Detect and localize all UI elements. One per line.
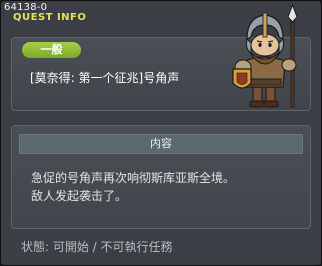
quest-info-window: 64138-0 QUEST INFO 一般 [莫奈得: 第一个征兆]号角声 内容… xyxy=(0,0,322,266)
quest-name: [莫奈得: 第一个征兆]号角声 xyxy=(30,71,180,85)
quest-content-panel: 内容 急促的号角声再次响彻斯库亚斯全境。 敌人发起袭击了。 xyxy=(11,125,311,229)
quest-category-badge: 一般 xyxy=(22,42,81,58)
quest-status: 状態: 可開始 / 不可執行任務 xyxy=(21,240,173,254)
quest-description: 急促的号角声再次响彻斯库亚斯全境。 敌人发起袭击了。 xyxy=(31,169,301,205)
content-section-header: 内容 xyxy=(19,134,303,154)
window-title: QUEST INFO xyxy=(13,12,87,23)
npc-portrait-icon xyxy=(232,3,298,108)
description-line: 敌人发起袭击了。 xyxy=(31,189,128,203)
description-line: 急促的号角声再次响彻斯库亚斯全境。 xyxy=(31,171,236,185)
